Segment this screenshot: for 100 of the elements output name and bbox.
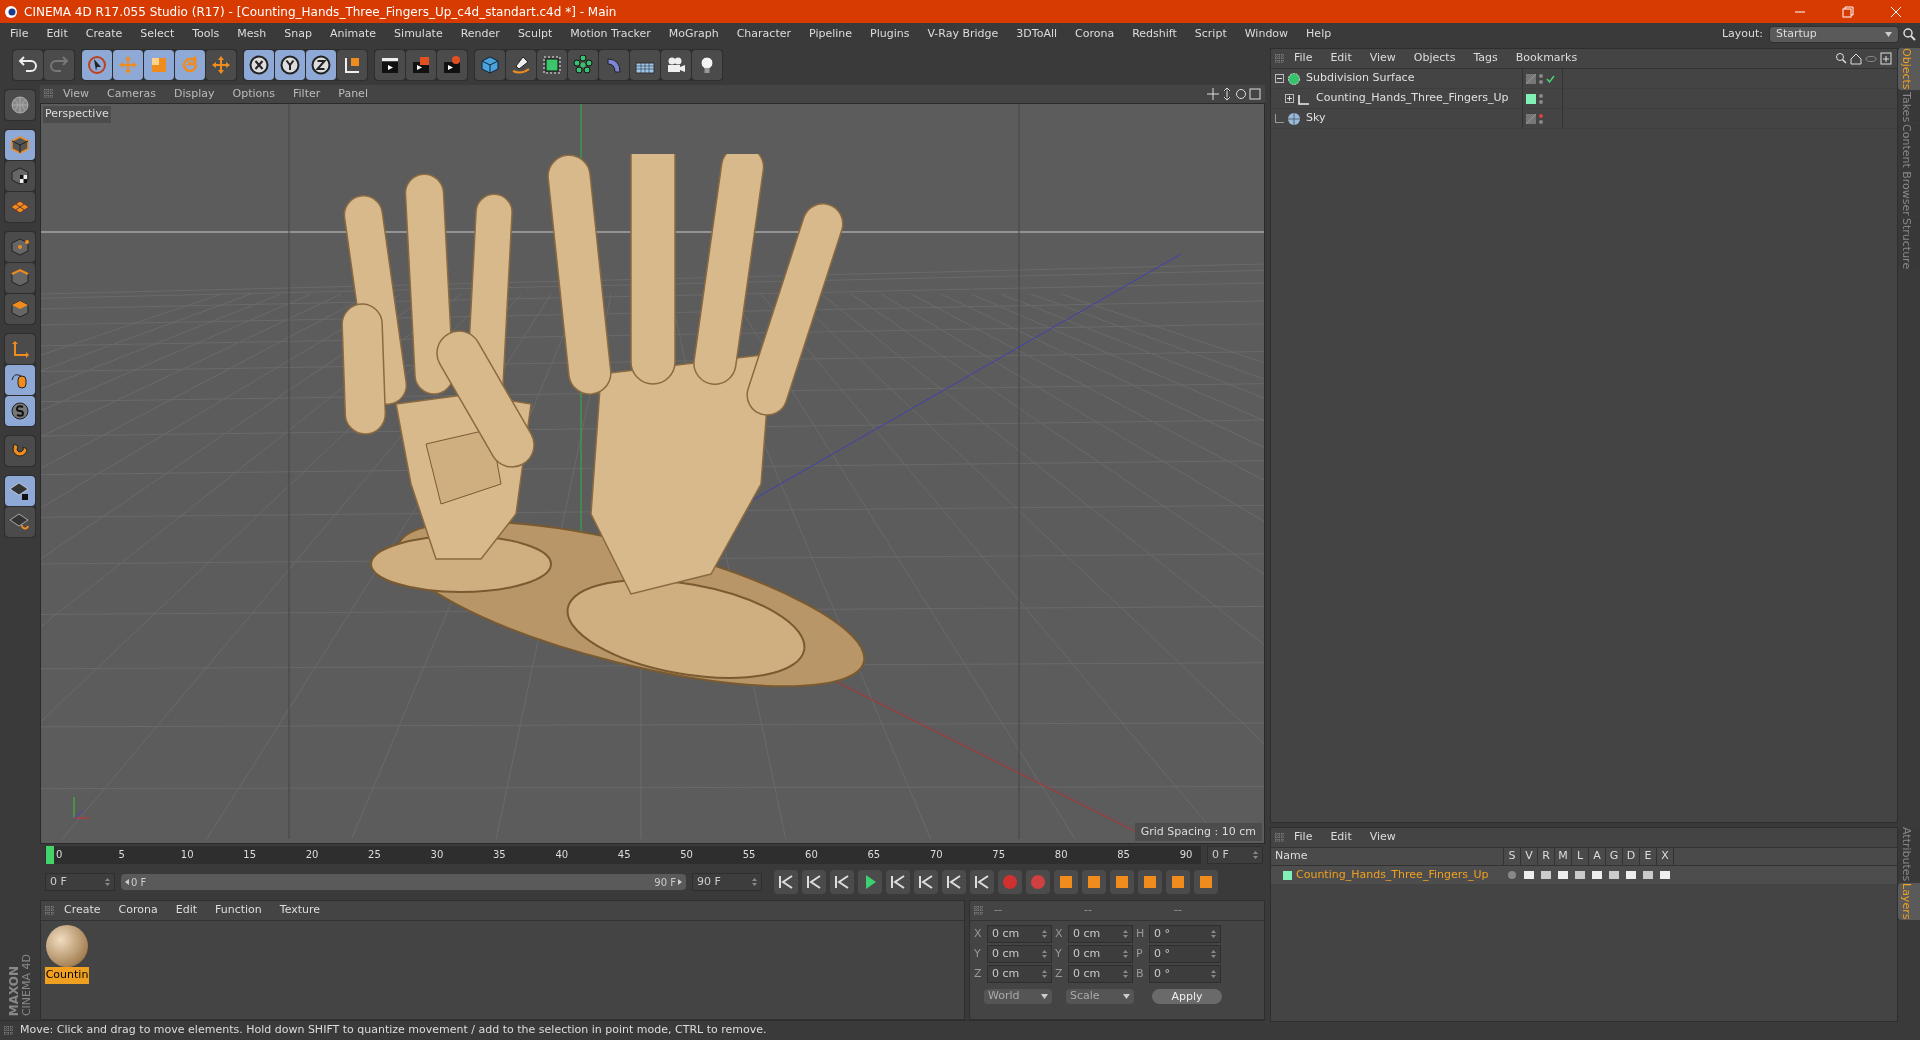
- collapse-icon[interactable]: [1275, 74, 1284, 83]
- current-frame-field[interactable]: 0 F: [1207, 846, 1263, 864]
- expand-icon[interactable]: [1285, 94, 1294, 103]
- menu-item[interactable]: Options: [223, 85, 284, 103]
- menu-item[interactable]: Edit: [1321, 829, 1361, 846]
- menu-item[interactable]: Corona: [1066, 25, 1124, 43]
- toolbar-button[interactable]: [692, 50, 722, 80]
- menu-item[interactable]: View: [54, 85, 99, 103]
- toolbar-button[interactable]: [5, 161, 35, 191]
- column-header[interactable]: G: [1606, 848, 1623, 865]
- toolbar-button[interactable]: [506, 50, 536, 80]
- menu-item[interactable]: Simulate: [385, 25, 452, 43]
- menu-item[interactable]: Select: [131, 25, 184, 43]
- menu-item[interactable]: Edit: [37, 25, 77, 43]
- menu-item[interactable]: View: [1360, 829, 1405, 846]
- column-header[interactable]: S: [1504, 848, 1521, 865]
- viewport[interactable]: Perspective Grid Spacing : 10 cm: [40, 103, 1265, 844]
- end-frame-field[interactable]: 90 F: [692, 873, 762, 891]
- toolbar-button[interactable]: [306, 50, 336, 80]
- toolbar-button[interactable]: [337, 50, 367, 80]
- menu-item[interactable]: Mesh: [228, 25, 276, 43]
- menu-item[interactable]: Bookmarks: [1506, 50, 1587, 67]
- toolbar-button[interactable]: [568, 50, 598, 80]
- menu-item[interactable]: Filter: [284, 85, 330, 103]
- menu-item[interactable]: Character: [727, 25, 800, 43]
- column-header[interactable]: D: [1623, 848, 1640, 865]
- toolbar-button[interactable]: [82, 50, 112, 80]
- menu-item[interactable]: Edit: [166, 902, 206, 919]
- menu-item[interactable]: Function: [206, 902, 271, 919]
- input-field[interactable]: 0 °: [1149, 965, 1221, 983]
- menu-item[interactable]: Script: [1185, 25, 1236, 43]
- material-name[interactable]: Countin: [44, 967, 90, 984]
- toolbar-button[interactable]: [244, 50, 274, 80]
- menu-item[interactable]: Motion Tracker: [561, 25, 660, 43]
- start-frame-field[interactable]: 0 F: [45, 873, 115, 891]
- menu-item[interactable]: Pipeline: [800, 25, 862, 43]
- apply-button[interactable]: Apply: [1152, 989, 1222, 1004]
- toolbar-button[interactable]: [275, 50, 305, 80]
- menu-item[interactable]: File: [1285, 829, 1322, 846]
- menu-item[interactable]: Corona: [109, 902, 167, 919]
- menu-item[interactable]: Help: [1297, 25, 1341, 43]
- search-icon[interactable]: [1903, 27, 1916, 41]
- layout-dropdown[interactable]: Startup: [1769, 25, 1899, 43]
- menu-item[interactable]: MoGraph: [659, 25, 728, 43]
- toolbar-button[interactable]: [13, 50, 43, 80]
- close-icon[interactable]: [1890, 5, 1902, 18]
- object-name[interactable]: Counting_Hands_Three_Fingers_Up: [1314, 90, 1509, 107]
- menu-item[interactable]: 3DToAll: [1007, 25, 1066, 43]
- menu-item[interactable]: Snap: [275, 25, 321, 43]
- menu-item[interactable]: Create: [55, 902, 110, 919]
- toolbar-button[interactable]: [5, 476, 35, 506]
- input-field[interactable]: 0 cm: [987, 925, 1052, 943]
- column-header[interactable]: A: [1589, 848, 1606, 865]
- menu-item[interactable]: Sculpt: [508, 25, 562, 43]
- input-field[interactable]: 0 cm: [1068, 965, 1133, 983]
- timeline-ruler[interactable]: 0 5 10 15 20 25 30 35 40 45 50 55 60 65 70 75 80 85 90: [45, 846, 1201, 864]
- column-header[interactable]: L: [1572, 848, 1589, 865]
- frame-range-field[interactable]: 0 F 90 F: [121, 874, 686, 890]
- menu-item[interactable]: Texture: [270, 902, 330, 919]
- object-name[interactable]: Sky: [1304, 110, 1326, 127]
- menu-item[interactable]: Redshift: [1123, 25, 1186, 43]
- menu-item[interactable]: Tags: [1464, 50, 1507, 67]
- restore-icon[interactable]: [1842, 5, 1854, 18]
- column-header[interactable]: M: [1555, 848, 1572, 865]
- input-field[interactable]: 0 cm: [1068, 945, 1133, 963]
- menu-item[interactable]: Cameras: [98, 85, 165, 103]
- menu-item[interactable]: Panel: [329, 85, 377, 103]
- layer-color-swatch[interactable]: [1283, 870, 1292, 880]
- menu-item[interactable]: View: [1360, 50, 1405, 67]
- menu-item[interactable]: Display: [165, 85, 224, 103]
- input-field[interactable]: 0 cm: [1068, 925, 1133, 943]
- menu-item[interactable]: V-Ray Bridge: [918, 25, 1008, 43]
- menu-item[interactable]: File: [1285, 50, 1322, 67]
- menu-item[interactable]: Objects: [1404, 50, 1465, 67]
- object-manager-tools-icon[interactable]: [1835, 52, 1893, 65]
- column-header[interactable]: Name: [1271, 848, 1504, 865]
- toolbar-button[interactable]: [537, 50, 567, 80]
- column-header[interactable]: X: [1657, 848, 1674, 865]
- menu-item[interactable]: File: [1, 25, 38, 43]
- checkmark-icon[interactable]: [1546, 74, 1555, 83]
- object-name[interactable]: Subdivision Surface: [1304, 70, 1415, 87]
- skip-start-icon[interactable]: [774, 870, 798, 894]
- layer-color-swatch[interactable]: [1526, 93, 1536, 104]
- toolbar-button[interactable]: [661, 50, 691, 80]
- viewport-navigation-icon[interactable]: [1207, 88, 1261, 100]
- column-header[interactable]: R: [1538, 848, 1555, 865]
- material-preview[interactable]: [46, 925, 88, 967]
- toolbar-button[interactable]: [5, 396, 35, 426]
- input-field[interactable]: 0 cm: [987, 945, 1052, 963]
- toolbar-button[interactable]: [375, 50, 405, 80]
- menu-item[interactable]: Create: [76, 25, 132, 43]
- menu-item[interactable]: Animate: [321, 25, 386, 43]
- menu-item[interactable]: Plugins: [861, 25, 919, 43]
- toolbar-button[interactable]: [630, 50, 660, 80]
- menu-item[interactable]: Edit: [1321, 50, 1361, 67]
- column-header[interactable]: E: [1640, 848, 1657, 865]
- menu-item[interactable]: Render: [451, 25, 509, 43]
- play-icon[interactable]: [858, 870, 882, 894]
- input-field[interactable]: 0 °: [1149, 945, 1221, 963]
- menu-item[interactable]: Window: [1235, 25, 1298, 43]
